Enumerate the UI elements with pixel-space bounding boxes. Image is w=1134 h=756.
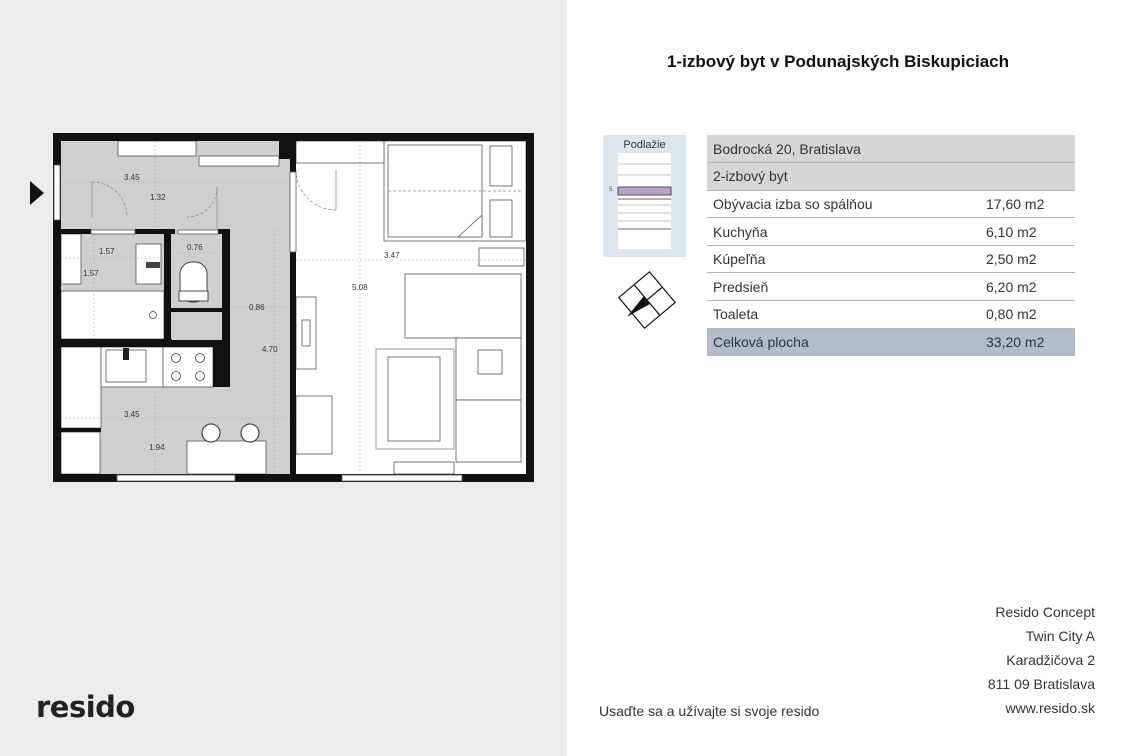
floor-plan: 3.45 1.32 1.57 0.76 1.57 0.86 4.70 3.45 …: [53, 133, 534, 482]
room-area: 6,20 m2: [980, 272, 1075, 302]
dining-table: [186, 440, 267, 475]
table-row: Obývacia izba so spálňou 17,60 m2: [707, 190, 1075, 219]
room-area: 17,60 m2: [980, 190, 1075, 219]
dim-hall-depth: 1.32: [150, 193, 166, 202]
table-row: Kuchyňa 6,10 m2: [707, 217, 1075, 246]
floor-stack-icon: [617, 153, 672, 249]
table-row: Predsieň 6,20 m2: [707, 272, 1075, 302]
sofa: [404, 273, 522, 339]
resido-logo: resido: [36, 690, 135, 724]
coffee-table: [387, 356, 441, 442]
compass-icon: [617, 270, 677, 330]
room-name: Obývacia izba so spálňou: [707, 190, 980, 219]
dim-living-depth: 5.08: [352, 283, 368, 292]
total-row: Celková plocha 33,20 m2: [707, 328, 1075, 357]
floor-plan-panel: 3.45 1.32 1.57 0.76 1.57 0.86 4.70 3.45 …: [0, 0, 567, 756]
room-area: 6,10 m2: [980, 217, 1075, 246]
room-name: Toaleta: [707, 300, 980, 329]
bathtub: [60, 290, 165, 340]
street-address: Karadžičova 2: [1006, 652, 1095, 668]
page-title: 1-izbový byt v Podunajských Biskupiciach: [667, 52, 1009, 71]
dim-hall-width: 3.45: [124, 173, 140, 182]
type-row: 2-izbový byt: [707, 162, 1075, 191]
tagline: Usaďte sa a užívajte si svoje resido: [599, 703, 820, 719]
table-row: Kúpeľňa 2,50 m2: [707, 245, 1075, 274]
address: Bodrocká 20, Bratislava: [707, 135, 1075, 164]
address-row: Bodrocká 20, Bratislava: [707, 135, 1075, 164]
entry-arrow-icon: [30, 181, 44, 205]
wardrobe: [117, 140, 197, 157]
building-name: Twin City A: [1025, 628, 1095, 644]
apartment-info-table: Bodrocká 20, Bratislava 2-izbový byt Obý…: [707, 135, 1075, 357]
fridge: [60, 431, 101, 475]
room-name: Kúpeľňa: [707, 245, 980, 274]
apartment-type: 2-izbový byt: [707, 162, 1075, 191]
dim-kitchen-depth: 1.94: [149, 443, 165, 452]
table-row: Toaleta 0,80 m2: [707, 300, 1075, 329]
total-label: Celková plocha: [707, 328, 980, 357]
dim-kitchen-width: 3.45: [124, 410, 140, 419]
total-area: 33,20 m2: [980, 328, 1075, 357]
room-area: 0,80 m2: [980, 300, 1075, 329]
dim-total-depth: 4.70: [262, 345, 278, 354]
room-name: Predsieň: [707, 272, 980, 302]
dim-wc-width: 0.76: [187, 243, 203, 252]
room-name: Kuchyňa: [707, 217, 980, 246]
company-name: Resido Concept: [995, 604, 1095, 620]
contact-block: Resido Concept Twin City A Karadžičova 2…: [988, 600, 1095, 720]
current-floor-highlight: [617, 186, 672, 196]
dim-bath-width: 1.57: [99, 247, 115, 256]
dim-bath-depth: 1.57: [83, 269, 99, 278]
kitchen-counter: [60, 346, 102, 429]
dim-living-width: 3.47: [384, 251, 400, 260]
website-link[interactable]: www.resido.sk: [988, 696, 1095, 720]
dim-corridor: 0.86: [249, 303, 265, 312]
stove: [162, 346, 214, 388]
room-area: 2,50 m2: [980, 245, 1075, 274]
city-address: 811 09 Bratislava: [987, 676, 1095, 692]
floor-indicator: Podlažie 5.: [603, 135, 686, 257]
